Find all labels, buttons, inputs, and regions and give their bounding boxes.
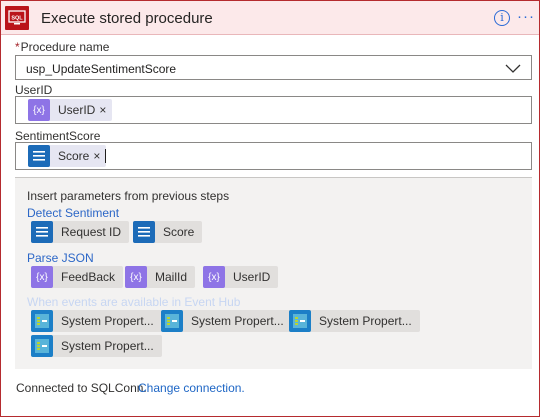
dynamic-item-feedback[interactable]: {x} FeedBack <box>31 266 124 288</box>
dynamic-item-label: System Propert... <box>191 314 284 328</box>
change-connection-link[interactable]: Change connection. <box>138 381 245 395</box>
event-hub-icon <box>31 310 53 332</box>
procedure-name-label-text: Procedure name <box>20 40 110 54</box>
score-token-label: Score <box>58 149 90 163</box>
event-hub-icon <box>31 335 53 357</box>
remove-token-icon[interactable]: × <box>99 103 112 117</box>
procedure-name-dropdown[interactable]: usp_UpdateSentimentScore <box>15 55 532 80</box>
required-marker: * <box>15 40 20 54</box>
text-cursor <box>105 149 106 163</box>
list-icon <box>31 221 53 243</box>
group-title-detect-sentiment: Detect Sentiment <box>27 206 120 220</box>
sentiment-score-input[interactable]: Score × <box>15 142 532 170</box>
chevron-down-icon[interactable] <box>505 61 521 80</box>
action-title: Execute stored procedure <box>41 10 213 27</box>
dynamic-item-label: UserID <box>233 270 271 284</box>
userid-label: UserID <box>15 83 53 97</box>
dynamic-item-system-properties[interactable]: System Propert... <box>289 310 420 332</box>
dynamic-item-label: FeedBack <box>61 270 116 284</box>
dynamic-item-system-properties[interactable]: System Propert... <box>31 310 162 332</box>
list-icon <box>133 221 155 243</box>
dynamic-item-system-properties[interactable]: System Propert... <box>161 310 292 332</box>
userid-token[interactable]: {x} UserID × <box>28 99 113 121</box>
group-title-event-hub: When events are available in Event Hub <box>27 295 241 309</box>
sql-icon: SQL <box>5 6 29 30</box>
dynamic-item-mailid[interactable]: {x} MailId <box>125 266 196 288</box>
procedure-name-value: usp_UpdateSentimentScore <box>26 62 177 76</box>
event-hub-icon <box>289 310 311 332</box>
group-title-parse-json: Parse JSON <box>27 251 94 265</box>
dynamic-item-label: Score <box>163 225 195 239</box>
dynamic-item-score[interactable]: Score <box>133 221 203 243</box>
dynamic-content-title: Insert parameters from previous steps <box>27 189 230 203</box>
sentiment-score-label: SentimentScore <box>15 129 101 143</box>
dynamic-item-system-properties[interactable]: System Propert... <box>31 335 162 357</box>
event-hub-icon <box>161 310 183 332</box>
userid-token-label: UserID <box>58 103 96 117</box>
info-icon[interactable]: i <box>494 10 510 26</box>
dynamic-content-panel: Insert parameters from previous steps De… <box>15 177 532 369</box>
more-options-icon[interactable]: ··· <box>517 8 535 25</box>
dynamic-item-userid[interactable]: {x} UserID <box>203 266 279 288</box>
list-icon <box>28 145 50 167</box>
expression-icon: {x} <box>203 266 225 288</box>
procedure-name-label: *Procedure name <box>15 40 109 54</box>
expression-icon: {x} <box>28 99 50 121</box>
dynamic-item-label: System Propert... <box>61 339 154 353</box>
expression-icon: {x} <box>31 266 53 288</box>
expression-icon: {x} <box>125 266 147 288</box>
sql-icon-text: SQL <box>11 16 23 22</box>
dynamic-item-label: System Propert... <box>61 314 154 328</box>
userid-input[interactable]: {x} UserID × <box>15 96 532 124</box>
dynamic-item-label: System Propert... <box>319 314 412 328</box>
dynamic-item-request-id[interactable]: Request ID <box>31 221 130 243</box>
score-token[interactable]: Score × <box>28 145 107 167</box>
action-card: SQL Execute stored procedure i ··· *Proc… <box>0 0 540 417</box>
action-header[interactable]: SQL Execute stored procedure i ··· <box>1 1 539 35</box>
dynamic-item-label: MailId <box>155 270 188 284</box>
connection-status: Connected to SQLConn. <box>16 381 147 395</box>
dynamic-item-label: Request ID <box>61 225 122 239</box>
